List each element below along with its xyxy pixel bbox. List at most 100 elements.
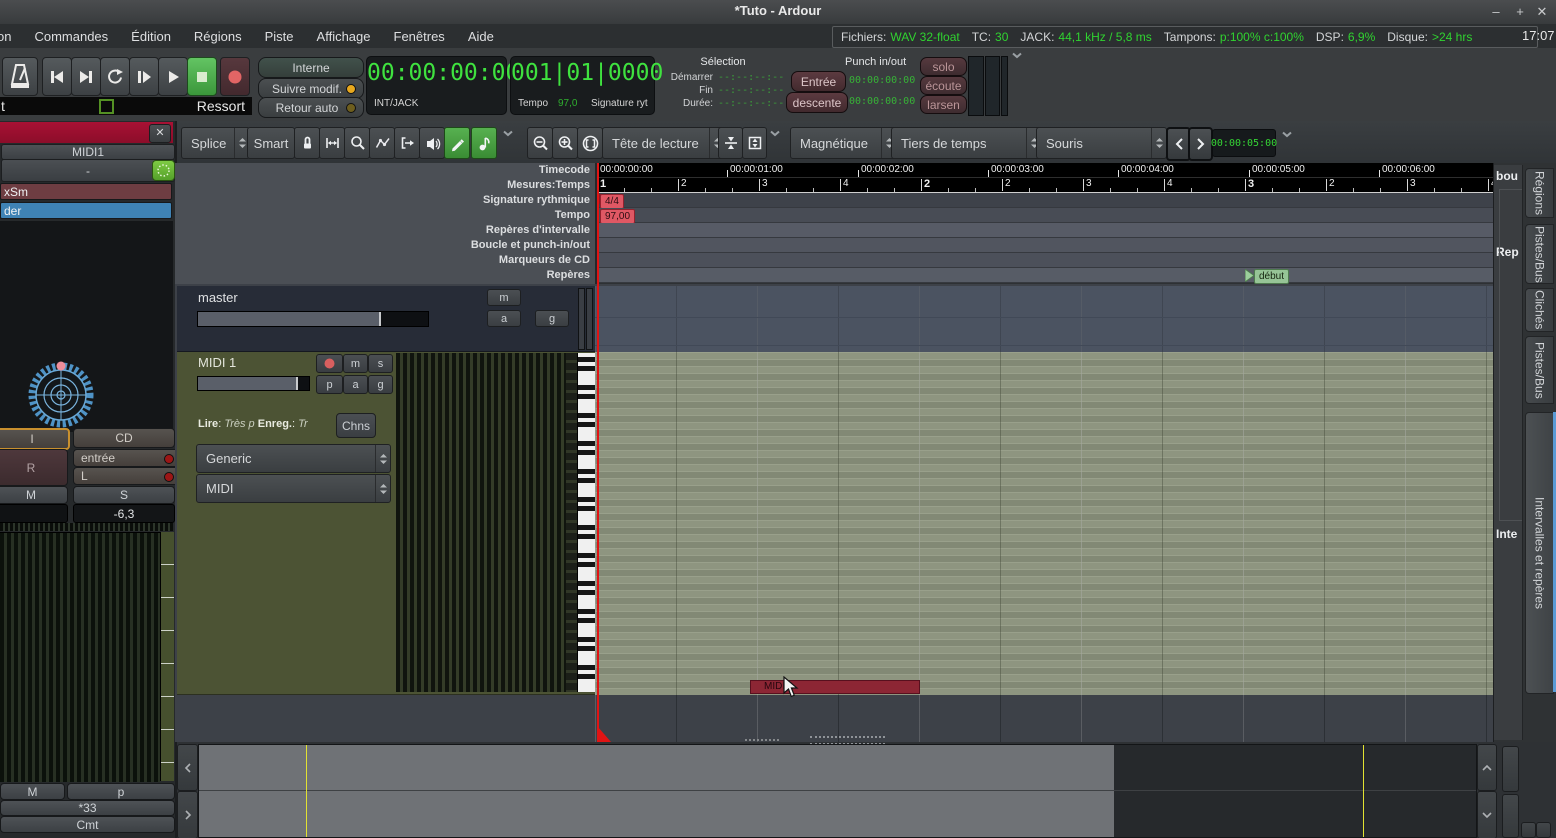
- session-summary[interactable]: [198, 744, 1477, 838]
- metering-point-button[interactable]: M: [0, 783, 65, 800]
- grid-unit-combo[interactable]: Tiers de temps: [891, 127, 1042, 159]
- midi-gain-fader[interactable]: [197, 376, 310, 391]
- midi-channels-button[interactable]: Chns: [336, 413, 376, 438]
- loop-button[interactable]: [100, 57, 130, 96]
- metronome-button[interactable]: [2, 57, 38, 96]
- master-group-button[interactable]: g: [535, 310, 569, 327]
- menu-item[interactable]: Régions: [194, 29, 242, 44]
- solo-button[interactable]: solo: [920, 57, 967, 76]
- processor-row[interactable]: xSm: [0, 183, 172, 200]
- grab-tool-button[interactable]: [294, 127, 320, 159]
- speed-button[interactable]: *33: [0, 800, 175, 816]
- nudge-clock[interactable]: 00:00:05:00: [1212, 129, 1276, 157]
- strip-track-name-button[interactable]: MIDI1: [1, 144, 175, 160]
- strip-output-combo[interactable]: -: [1, 159, 175, 182]
- menu-item[interactable]: Affichage: [317, 29, 371, 44]
- zoom-out-button[interactable]: [527, 127, 553, 159]
- zoom-in-button[interactable]: [552, 127, 578, 159]
- midi-automation-button[interactable]: a: [343, 375, 368, 394]
- selection-row-value[interactable]: --:--:--:--: [718, 98, 790, 109]
- midi-region[interactable]: MIDI 1: [750, 680, 920, 694]
- master-gain-fader[interactable]: [197, 311, 429, 327]
- midi-track-name[interactable]: MIDI 1: [198, 355, 236, 370]
- playhead-marker-icon[interactable]: [598, 727, 612, 742]
- right-tab[interactable]: Clichés: [1525, 288, 1554, 332]
- toolbar-chevron-icon[interactable]: [769, 130, 781, 137]
- edit-point-combo[interactable]: Souris: [1036, 127, 1167, 159]
- range-tool-button[interactable]: [319, 127, 345, 159]
- shuttle-control[interactable]: t Ressort: [0, 97, 252, 115]
- zoom-fit-button[interactable]: [577, 127, 603, 159]
- toolbar-chevron-icon[interactable]: [502, 130, 514, 137]
- master-mute-button[interactable]: m: [487, 289, 521, 306]
- meter-marker[interactable]: 4/4: [600, 194, 624, 209]
- selection-row-value[interactable]: --:--:--:--: [718, 72, 790, 83]
- right-tab[interactable]: Intervalles et repères: [1525, 412, 1554, 694]
- editor-list-content[interactable]: bou Rep Inte: [1494, 165, 1523, 740]
- gain-fader[interactable]: [0, 532, 160, 782]
- panner-knob-icon[interactable]: [24, 357, 98, 431]
- summary-scroll-left-button[interactable]: [177, 744, 198, 791]
- summary-scroll-down-button[interactable]: [1477, 791, 1497, 838]
- play-range-button[interactable]: [129, 57, 159, 96]
- draw-line-tool-button[interactable]: [369, 127, 395, 159]
- midi-patch-combo[interactable]: Generic: [196, 444, 391, 473]
- corner-button[interactable]: [1536, 822, 1551, 838]
- vertical-scrollbar-thumb[interactable]: [1502, 746, 1519, 792]
- follow-edits-button[interactable]: Suivre modif.: [258, 78, 364, 99]
- stop-button[interactable]: [187, 57, 217, 96]
- snap-mode-combo[interactable]: Magnétique: [790, 127, 897, 159]
- zoom-tool-button[interactable]: [344, 127, 370, 159]
- midi-mute-button[interactable]: m: [343, 354, 368, 373]
- pan-mode-button[interactable]: p: [67, 783, 175, 800]
- punch-in-button[interactable]: Entrée: [791, 71, 846, 92]
- master-track-name[interactable]: master: [198, 290, 238, 305]
- ruler-label[interactable]: Repères: [175, 268, 595, 283]
- midi-playlist-button[interactable]: p: [316, 375, 343, 394]
- loop-punch-row[interactable]: [597, 238, 1495, 253]
- midi-record-arm-button[interactable]: [316, 354, 343, 373]
- summary-resize-handle[interactable]: [745, 739, 779, 744]
- record-button[interactable]: [220, 57, 250, 96]
- midi-device-combo[interactable]: MIDI: [196, 474, 391, 503]
- midi-group-button[interactable]: g: [368, 375, 393, 394]
- input-button[interactable]: I: [0, 428, 70, 450]
- solo-strip-button[interactable]: S: [73, 486, 175, 504]
- menu-item[interactable]: Édition: [131, 29, 171, 44]
- minimize-button[interactable]: –: [1488, 4, 1504, 20]
- menu-item[interactable]: Fenêtres: [394, 29, 445, 44]
- midi-track-lane[interactable]: MIDI 1: [595, 352, 1493, 695]
- tempo-marker[interactable]: 97,00: [600, 209, 635, 224]
- ruler-timeline[interactable]: 00:00:00:0000:00:01:0000:00:02:0000:00:0…: [597, 163, 1495, 284]
- pencil-tool-button[interactable]: [444, 127, 470, 159]
- maximize-button[interactable]: +: [1512, 4, 1528, 20]
- sync-source-button[interactable]: Interne: [258, 57, 364, 78]
- master-track-lane[interactable]: [595, 286, 1493, 352]
- menu-item[interactable]: on: [0, 29, 11, 44]
- vertical-scrollbar-track[interactable]: [1502, 794, 1519, 838]
- master-automation-button[interactable]: a: [487, 310, 521, 327]
- zoom-focus-combo[interactable]: Tête de lecture: [602, 127, 725, 159]
- left-channel-button[interactable]: L: [73, 467, 182, 485]
- play-button[interactable]: [158, 57, 188, 96]
- secondary-clock[interactable]: 001|01|0000 Tempo 97,0 Signature ryt: [510, 56, 655, 115]
- record-enable-button[interactable]: R: [0, 449, 68, 486]
- strip-knob-button[interactable]: [152, 160, 175, 181]
- panner-area[interactable]: [0, 352, 173, 432]
- meter-ruler-row[interactable]: 4/4: [597, 193, 1495, 208]
- listen-button[interactable]: écoute: [920, 76, 967, 95]
- menu-item[interactable]: Commandes: [34, 29, 108, 44]
- audition-tool-button[interactable]: [419, 127, 445, 159]
- gain-display[interactable]: -6,3: [73, 504, 175, 523]
- toolbar-chevron-icon[interactable]: [1281, 131, 1293, 138]
- range-markers-row[interactable]: [597, 223, 1495, 238]
- ruler-label[interactable]: Tempo: [175, 208, 595, 223]
- playhead[interactable]: [597, 163, 599, 742]
- timecode-ruler[interactable]: 00:00:00:0000:00:01:0000:00:02:0000:00:0…: [597, 163, 1495, 178]
- right-tab[interactable]: Pistes/Bus: [1525, 224, 1554, 284]
- stretch-tool-button[interactable]: [394, 127, 420, 159]
- piano-keyboard[interactable]: [577, 353, 596, 692]
- cd-markers-row[interactable]: [597, 253, 1495, 268]
- midi-scroomer[interactable]: [566, 353, 577, 692]
- tempo-ruler-row[interactable]: 97,00: [597, 208, 1495, 223]
